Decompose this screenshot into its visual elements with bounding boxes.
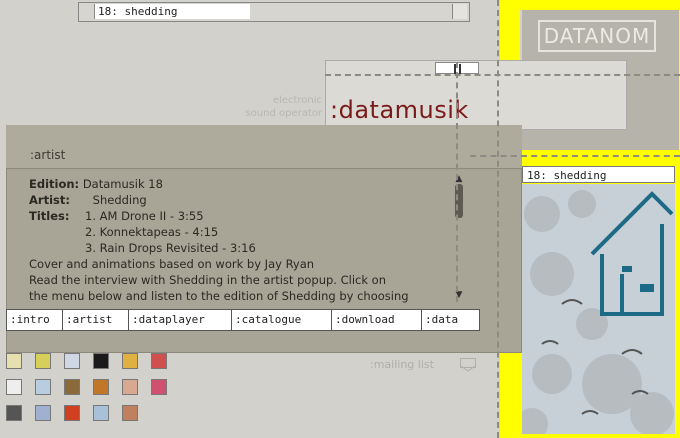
window-close-button[interactable]	[452, 4, 467, 19]
artist-info: Edition: Datamusik 18 Artist: Shedding T…	[29, 176, 449, 304]
edition-thumbnail[interactable]	[93, 379, 109, 395]
description-line: Read the interview with Shedding in the …	[29, 273, 386, 287]
edition-thumbnail[interactable]	[35, 379, 51, 395]
subtitle-line2: sound operator	[245, 108, 322, 119]
menu-data[interactable]: :data	[422, 310, 479, 330]
subtitle-line1: electronic	[272, 95, 322, 106]
envelope-icon[interactable]	[460, 358, 476, 372]
scroll-down-icon[interactable]: ▼	[452, 290, 466, 300]
guide-line	[456, 62, 458, 302]
artist-heading: :artist	[30, 148, 66, 162]
guide-line	[497, 0, 499, 438]
edition-thumbnail[interactable]	[122, 379, 138, 395]
track-item: 3. Rain Drops Revisited - 3:16	[85, 241, 256, 255]
window-title: 18: shedding	[94, 4, 250, 19]
edition-thumbnail[interactable]	[64, 353, 80, 369]
artwork-title: 18: shedding	[522, 166, 675, 183]
menu-catalogue[interactable]: :catalogue	[232, 310, 332, 330]
cover-artwork	[522, 184, 675, 434]
edition-thumbnail[interactable]	[64, 379, 80, 395]
datanom-logo[interactable]: DATANOM	[538, 20, 656, 52]
artist-label: Artist:	[29, 193, 70, 207]
menu-artist[interactable]: :artist	[63, 310, 129, 330]
edition-thumbnail[interactable]	[122, 353, 138, 369]
edition-thumbnail[interactable]	[93, 405, 109, 421]
artist-value: Shedding	[92, 193, 147, 207]
edition-row: Edition: Datamusik 18	[29, 176, 449, 192]
track-item: 2. Konnektapeas - 4:15	[85, 225, 219, 239]
scroll-up-icon[interactable]: ▲	[452, 174, 466, 184]
edition-thumbnail[interactable]	[64, 405, 80, 421]
edition-label: Edition:	[29, 177, 80, 191]
titles-label: Titles:	[29, 209, 70, 223]
edition-thumbnail[interactable]	[6, 353, 22, 369]
edition-thumbnail[interactable]	[122, 405, 138, 421]
mailing-list-link[interactable]: :mailing list	[370, 358, 434, 371]
edition-value: Datamusik 18	[82, 177, 163, 191]
edition-thumbnail[interactable]	[6, 379, 22, 395]
divider	[6, 168, 522, 169]
credits-line: Cover and animations based on work by Ja…	[29, 257, 315, 271]
edition-thumbnail[interactable]	[6, 405, 22, 421]
description-line: the menu below and listen to the edition…	[29, 289, 409, 303]
artist-panel-header	[6, 125, 522, 169]
main-menu: :intro :artist :dataplayer :catalogue :d…	[6, 309, 480, 331]
edition-thumbnail[interactable]	[35, 405, 51, 421]
edition-thumbnail[interactable]	[93, 353, 109, 369]
menu-download[interactable]: :download	[332, 310, 422, 330]
guide-line	[470, 155, 680, 157]
menu-intro[interactable]: :intro	[7, 310, 63, 330]
edition-thumbnail[interactable]	[35, 353, 51, 369]
track-item: 1. AM Drone II - 3:55	[85, 209, 204, 223]
edition-thumbnail[interactable]	[151, 353, 167, 369]
guide-line	[325, 74, 680, 76]
edition-thumbnail[interactable]	[151, 379, 167, 395]
artist-row: Artist: Shedding	[29, 192, 449, 208]
titles-row: Titles: 1. AM Drone II - 3:55	[29, 208, 449, 224]
handle-icon	[459, 64, 461, 74]
menu-dataplayer[interactable]: :dataplayer	[129, 310, 232, 330]
page-title: :datamusik	[330, 96, 469, 124]
scrollbar[interactable]: ▲ ▼	[452, 174, 466, 302]
